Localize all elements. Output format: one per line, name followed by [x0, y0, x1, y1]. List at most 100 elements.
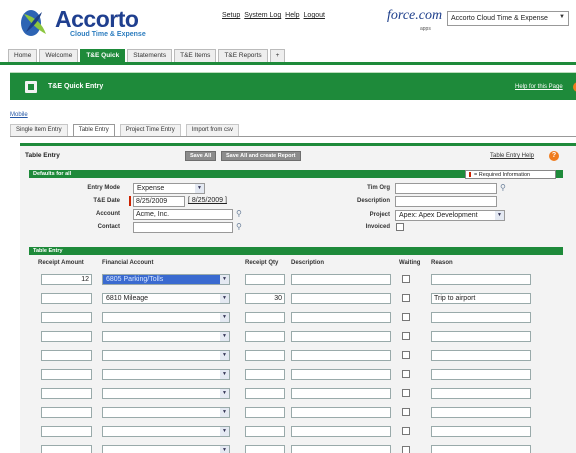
description-input[interactable] [291, 274, 391, 285]
account-lookup-icon[interactable]: ⚲ [236, 209, 246, 219]
receipt-qty-input[interactable] [245, 445, 285, 453]
description-input[interactable] [291, 331, 391, 342]
description-input[interactable] [291, 369, 391, 380]
receipt-qty-input[interactable] [245, 407, 285, 418]
reason-input[interactable] [431, 388, 531, 399]
reason-input[interactable] [431, 426, 531, 437]
description-label: Description [356, 198, 390, 204]
description-input[interactable] [291, 426, 391, 437]
tab-te-quick[interactable]: T&E Quick [80, 49, 126, 62]
description-input[interactable] [291, 293, 391, 304]
table-entry-help-link[interactable]: Table Entry Help [490, 153, 534, 159]
receipt-qty-input[interactable] [245, 369, 285, 380]
help-icon[interactable]: ? [549, 151, 559, 161]
receipt-qty-input[interactable] [245, 312, 285, 323]
waiting-checkbox[interactable] [402, 427, 410, 435]
waiting-checkbox[interactable] [402, 351, 410, 359]
description-input[interactable] [291, 445, 391, 453]
reason-input[interactable] [431, 350, 531, 361]
receipt-amount-input[interactable] [41, 293, 92, 304]
waiting-checkbox[interactable] [402, 408, 410, 416]
financial-account-select[interactable]: ▼ [102, 388, 230, 399]
logout-link[interactable]: Logout [304, 12, 325, 19]
financial-account-select[interactable]: ▼ [102, 407, 230, 418]
receipt-qty-input[interactable] [245, 350, 285, 361]
help-link[interactable]: Help [285, 12, 299, 19]
reason-input[interactable] [431, 312, 531, 323]
reason-input[interactable] [431, 445, 531, 453]
force-logo-sub: apps [420, 26, 431, 32]
te-date-today-link[interactable]: [ 8/25/2009 ] [188, 197, 227, 204]
financial-account-select[interactable]: 6805 Parking/Tolls ▼ [102, 274, 230, 285]
waiting-checkbox[interactable] [402, 446, 410, 453]
reason-input[interactable] [431, 369, 531, 380]
system-log-link[interactable]: System Log [244, 12, 281, 19]
save-all-button[interactable]: Save All [185, 151, 217, 161]
financial-account-select[interactable]: ▼ [102, 445, 230, 453]
receipt-qty-input[interactable] [245, 388, 285, 399]
receipt-amount-input[interactable] [41, 445, 92, 453]
help-for-page-link[interactable]: Help for this Page [515, 84, 563, 90]
setup-link[interactable]: Setup [222, 12, 240, 19]
receipt-amount-input[interactable] [41, 331, 92, 342]
account-label: Account [96, 211, 120, 217]
tab-add[interactable]: + [269, 49, 286, 62]
tab-single-item-entry[interactable]: Single Item Entry [10, 124, 68, 136]
financial-account-select[interactable]: ▼ [102, 331, 230, 342]
waiting-checkbox[interactable] [402, 275, 410, 283]
account-input[interactable]: Acme, Inc. [133, 209, 233, 220]
tab-project-time-entry[interactable]: Project Time Entry [119, 124, 181, 136]
receipt-amount-input[interactable]: 12 [41, 274, 92, 285]
waiting-checkbox[interactable] [402, 389, 410, 397]
reason-input[interactable] [431, 407, 531, 418]
te-date-input[interactable]: 8/25/2009 [133, 196, 185, 207]
financial-account-select[interactable]: 6810 Mileage ▼ [102, 293, 230, 304]
entry-sub-tabs: Single Item Entry Table Entry Project Ti… [10, 124, 244, 136]
receipt-qty-input[interactable] [245, 331, 285, 342]
tab-te-items[interactable]: T&E Items [174, 49, 217, 62]
receipt-qty-input[interactable] [245, 274, 285, 285]
description-input[interactable] [291, 350, 391, 361]
receipt-amount-input[interactable] [41, 388, 92, 399]
description-input[interactable] [291, 312, 391, 323]
tab-welcome[interactable]: Welcome [39, 49, 79, 62]
save-and-create-report-button[interactable]: Save All and create Report [221, 151, 301, 161]
tim-org-input[interactable] [395, 183, 497, 194]
financial-account-select[interactable]: ▼ [102, 369, 230, 380]
invoiced-checkbox[interactable] [396, 223, 404, 231]
chevron-down-icon: ▼ [220, 389, 229, 398]
waiting-checkbox[interactable] [402, 313, 410, 321]
receipt-amount-input[interactable] [41, 407, 92, 418]
reason-input[interactable] [431, 274, 531, 285]
waiting-checkbox[interactable] [402, 332, 410, 340]
app-selector[interactable]: Accorto Cloud Time & Expense ▼ [447, 11, 569, 26]
description-input[interactable] [291, 407, 391, 418]
chevron-down-icon: ▼ [220, 351, 229, 360]
tab-home[interactable]: Home [8, 49, 38, 62]
project-select[interactable]: Apex: Apex Development ▼ [395, 210, 505, 221]
waiting-checkbox[interactable] [402, 370, 410, 378]
entry-mode-select[interactable]: Expense ▼ [133, 183, 205, 194]
reason-input[interactable]: Trip to airport [431, 293, 531, 304]
tab-import-csv[interactable]: Import from csv [185, 124, 240, 136]
financial-account-select[interactable]: ▼ [102, 350, 230, 361]
waiting-checkbox[interactable] [402, 294, 410, 302]
tab-te-reports[interactable]: T&E Reports [218, 49, 268, 62]
receipt-amount-input[interactable] [41, 312, 92, 323]
financial-account-select[interactable]: ▼ [102, 426, 230, 437]
tab-statements[interactable]: Statements [127, 49, 173, 62]
financial-account-select[interactable]: ▼ [102, 312, 230, 323]
reason-input[interactable] [431, 331, 531, 342]
tim-org-lookup-icon[interactable]: ⚲ [500, 183, 510, 193]
receipt-amount-input[interactable] [41, 426, 92, 437]
receipt-qty-input[interactable] [245, 426, 285, 437]
description-input[interactable] [291, 388, 391, 399]
tab-table-entry[interactable]: Table Entry [72, 124, 115, 136]
contact-input[interactable] [133, 222, 233, 233]
contact-lookup-icon[interactable]: ⚲ [236, 222, 246, 232]
receipt-amount-input[interactable] [41, 350, 92, 361]
description-input[interactable] [395, 196, 497, 207]
receipt-qty-input[interactable]: 30 [245, 293, 285, 304]
receipt-amount-input[interactable] [41, 369, 92, 380]
mobile-link[interactable]: Mobile [10, 112, 28, 118]
